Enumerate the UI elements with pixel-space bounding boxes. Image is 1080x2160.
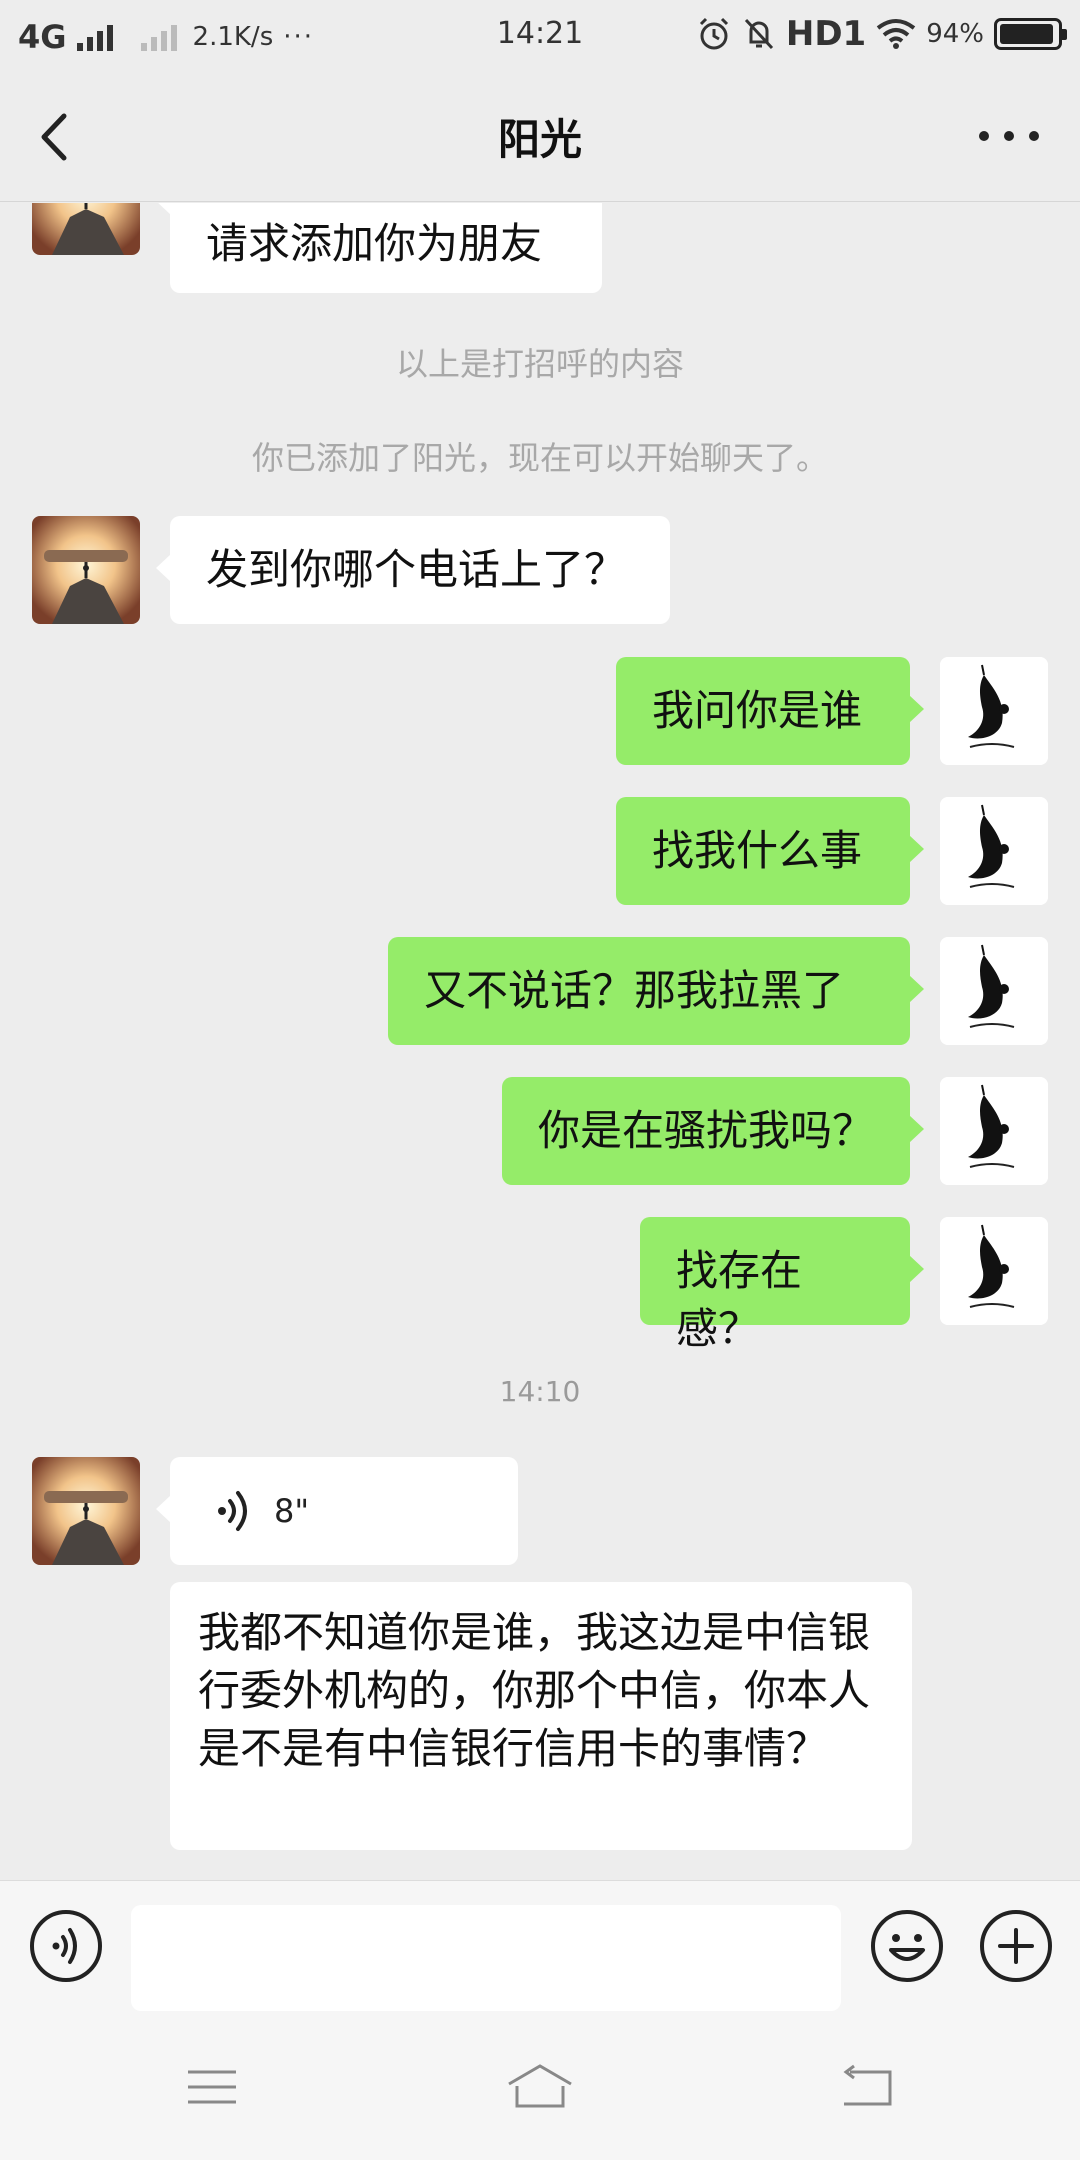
message-bubble-outgoing[interactable]: 找我什么事 bbox=[616, 797, 924, 905]
status-bar: 4G 2.1K/s ··· 14:21 HD1 94% bbox=[0, 0, 1080, 72]
voice-wave-icon bbox=[218, 1491, 247, 1531]
nav-bar: 阳光 bbox=[0, 72, 1080, 202]
battery-percent: 94% bbox=[926, 19, 984, 49]
system-note: 以上是打招呼的内容 bbox=[395, 345, 684, 383]
battery-icon bbox=[994, 18, 1067, 50]
message-bubble-outgoing[interactable]: 找存在感？ bbox=[640, 1217, 924, 1353]
my-avatar[interactable] bbox=[940, 657, 1048, 765]
message-text: 找我什么事 bbox=[652, 826, 863, 875]
friend-avatar[interactable] bbox=[32, 203, 140, 255]
message-bubble-outgoing[interactable]: 又不说话？那我拉黑了 bbox=[388, 937, 924, 1045]
emoji-icon[interactable] bbox=[869, 1908, 945, 1984]
message-input[interactable] bbox=[131, 1905, 841, 2011]
message-timestamp: 14:10 bbox=[499, 1375, 581, 1408]
my-avatar[interactable] bbox=[940, 797, 1048, 905]
message-bubble-incoming[interactable]: 请求添加你为朋友 bbox=[156, 203, 602, 293]
message-text: 发到你哪个电话上了？ bbox=[206, 545, 627, 594]
my-avatar[interactable] bbox=[940, 1077, 1048, 1185]
message-text: 你是在骚扰我吗？ bbox=[538, 1106, 875, 1155]
voice-message-bubble[interactable]: 8" bbox=[156, 1457, 518, 1565]
chat-area[interactable]: 请求添加你为朋友 以上是打招呼的内容 你已添加了阳光，现在可以开始聊天了。 发到… bbox=[0, 203, 1080, 1880]
message-bubble-outgoing[interactable]: 你是在骚扰我吗？ bbox=[502, 1077, 924, 1185]
voice-transcript-bubble[interactable]: 我都不知道你是谁，我这边是中信银行委外机构的，你那个中信，你本人是不是有中信银行… bbox=[170, 1582, 912, 1850]
message-bubble-incoming[interactable]: 发到你哪个电话上了？ bbox=[156, 516, 670, 624]
system-note: 你已添加了阳光，现在可以开始聊天了。 bbox=[251, 439, 828, 477]
system-nav-bar bbox=[0, 2012, 1080, 2160]
more-dots-icon[interactable] bbox=[974, 116, 1044, 156]
chat-title: 阳光 bbox=[497, 115, 582, 164]
message-text: 找存在感？ bbox=[676, 1246, 803, 1353]
voice-icon[interactable] bbox=[28, 1908, 104, 1984]
plus-icon[interactable] bbox=[978, 1908, 1054, 1984]
friend-avatar[interactable] bbox=[32, 516, 140, 624]
friend-avatar[interactable] bbox=[32, 1457, 140, 1565]
my-avatar[interactable] bbox=[940, 937, 1048, 1045]
home-icon[interactable] bbox=[505, 2062, 575, 2112]
menu-icon[interactable] bbox=[182, 2062, 242, 2112]
back-icon[interactable] bbox=[838, 2062, 898, 2112]
message-text: 我问你是谁 bbox=[652, 686, 863, 735]
voice-duration: 8" bbox=[274, 1492, 310, 1530]
transcript-text: 我都不知道你是谁，我这边是中信银行委外机构的，你那个中信，你本人是不是有中信银行… bbox=[198, 1608, 871, 1773]
input-bar bbox=[0, 1880, 1080, 2012]
message-text: 又不说话？那我拉黑了 bbox=[424, 966, 845, 1015]
hd-indicator: HD1 bbox=[785, 14, 867, 54]
wifi-icon bbox=[876, 19, 916, 49]
alarm-icon bbox=[699, 17, 728, 50]
message-bubble-outgoing[interactable]: 我问你是谁 bbox=[616, 657, 924, 765]
message-text: 请求添加你为朋友 bbox=[206, 219, 543, 268]
mute-icon bbox=[744, 18, 773, 50]
my-avatar[interactable] bbox=[940, 1217, 1048, 1325]
